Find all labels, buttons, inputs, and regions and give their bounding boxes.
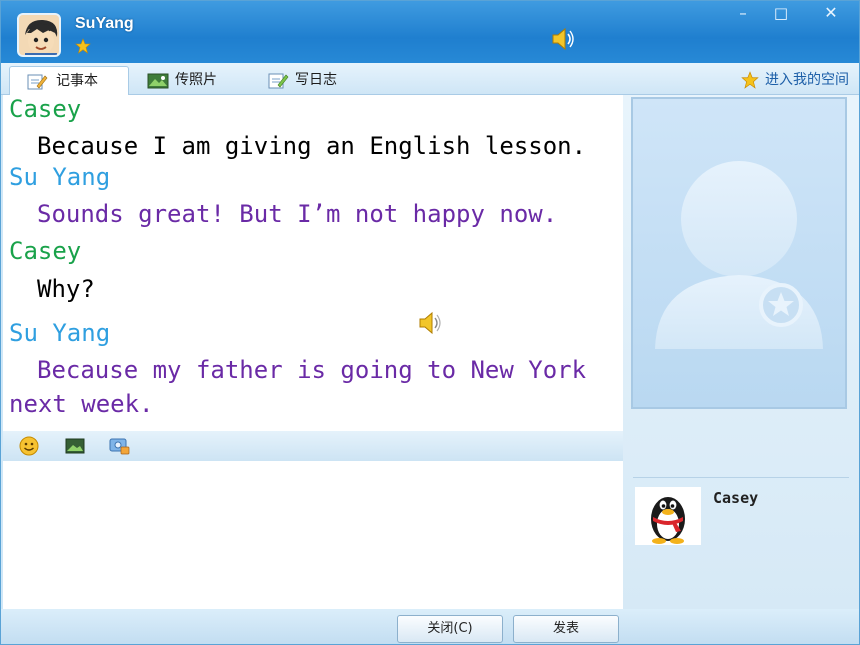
message-text: Because I am giving an English lesson.: [37, 132, 587, 160]
close-window-button[interactable]: ✕: [813, 3, 849, 25]
space-link-label: 进入我的空间: [765, 72, 849, 88]
message-sender: Casey: [9, 95, 82, 123]
input-toolbar: [3, 431, 623, 461]
notepad-icon: [26, 73, 48, 91]
contact-photo-placeholder: [631, 97, 847, 409]
chat-history[interactable]: Casey Because I am giving an English les…: [3, 95, 623, 431]
tab-label: 传照片: [175, 72, 217, 88]
bottom-bar: 关闭(C) 发表: [1, 609, 859, 644]
message-text: Because my father is going to New York: [37, 356, 587, 384]
tab-diary[interactable]: 写日志: [251, 66, 361, 95]
send-button[interactable]: 发表: [513, 615, 619, 643]
screenshot-icon[interactable]: [107, 435, 131, 457]
tab-label: 写日志: [295, 72, 337, 88]
message-text: Why?: [37, 275, 95, 303]
message-text: Sounds great! But I’m not happy now.: [37, 200, 558, 228]
image-icon[interactable]: [63, 435, 87, 457]
panel-divider: [633, 477, 849, 478]
minimize-button[interactable]: –: [725, 3, 761, 25]
message-sender: Su Yang: [9, 163, 111, 191]
username: SuYang: [75, 15, 134, 32]
message-input[interactable]: [3, 461, 623, 609]
contact-panel: Casey: [623, 95, 859, 609]
contact-avatar[interactable]: [635, 487, 701, 545]
message-sender: Su Yang: [9, 319, 111, 347]
tab-photo[interactable]: 传照片: [131, 66, 241, 95]
speaker-icon[interactable]: [549, 25, 577, 53]
tab-notepad[interactable]: 记事本: [9, 66, 129, 95]
diary-icon: [267, 72, 289, 90]
title-bar[interactable]: SuYang – □ ✕: [1, 1, 859, 63]
photo-icon: [147, 72, 169, 90]
close-button[interactable]: 关闭(C): [397, 615, 503, 643]
message-sender: Casey: [9, 237, 82, 265]
enter-my-space-link[interactable]: 进入我的空间: [739, 69, 849, 91]
tab-label: 记事本: [56, 73, 98, 89]
contact-name: Casey: [713, 489, 759, 507]
star-icon: [741, 71, 759, 89]
smiley-icon[interactable]: [17, 435, 41, 457]
speaker-icon[interactable]: [417, 309, 445, 337]
chat-window: SuYang – □ ✕ 记事本 传照片 写日志 进入我的空间 Casey Be…: [0, 0, 860, 645]
level-star-icon: [75, 38, 91, 54]
tab-bar: 记事本 传照片 写日志: [1, 63, 859, 95]
message-text: next week.: [9, 390, 154, 418]
user-avatar[interactable]: [17, 13, 61, 57]
maximize-button[interactable]: □: [763, 3, 799, 25]
